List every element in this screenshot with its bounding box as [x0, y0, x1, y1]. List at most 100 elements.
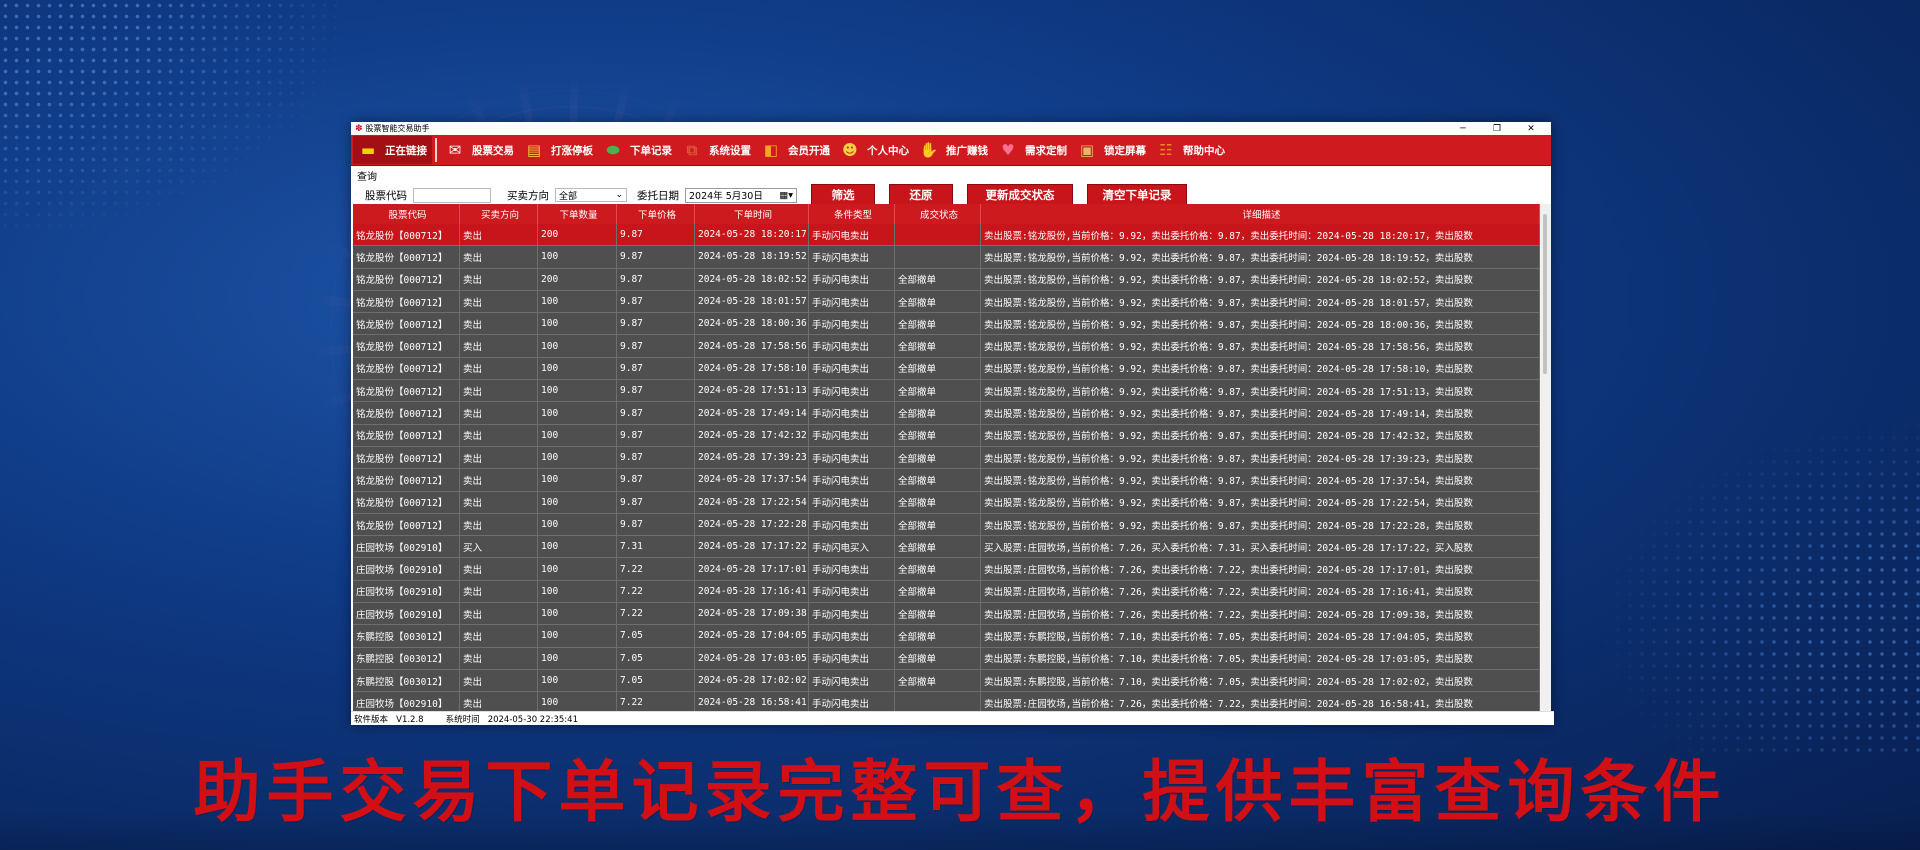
- table-cell: 卖出: [460, 424, 538, 446]
- table-cell: 卖出: [460, 491, 538, 513]
- table-cell: 手动闪电卖出: [809, 268, 895, 290]
- table-row[interactable]: 铭龙股份【000712】 卖出 100 9.87 2024-05-28 17:51:13…: [353, 380, 1540, 403]
- toolbar-button-10[interactable]: ☷ 帮助中心: [1151, 136, 1230, 164]
- table-row[interactable]: 东鹏控股【003012】 卖出 100 7.05 2024-05-28 17:04:05…: [353, 625, 1540, 648]
- table-cell: 100: [538, 357, 617, 380]
- direction-select[interactable]: 全部 ⌄: [555, 188, 627, 202]
- table-cell: 9.87: [617, 380, 695, 402]
- toolbar-button-4[interactable]: ⧉ 系统设置: [677, 136, 756, 164]
- table-cell: 9.87: [617, 469, 695, 491]
- filter-button[interactable]: 筛选: [811, 184, 875, 206]
- toolbar-button-0[interactable]: ▬ 正在链接: [353, 136, 432, 164]
- column-header[interactable]: 买卖方向: [460, 204, 538, 224]
- toolbar-button-1[interactable]: ✉ 股票交易: [440, 136, 519, 164]
- table-row[interactable]: 庄园牧场【002910】 卖出 100 7.22 2024-05-28 17:17:01…: [353, 558, 1540, 581]
- table-cell: 卖出: [460, 224, 538, 246]
- toolbar-button-2[interactable]: ▤ 打涨停板: [519, 136, 598, 164]
- table-cell: 全部撤单: [895, 290, 981, 313]
- table-cell: 卖出股票:庄园牧场,当前价格：7.26，卖出委托价格：7.22，卖出委托时间：2…: [981, 558, 1540, 580]
- scrollbar-thumb[interactable]: [1543, 214, 1547, 374]
- toolbar-button-3[interactable]: ⬬ 下单记录: [598, 136, 677, 164]
- column-header[interactable]: 下单价格: [617, 204, 695, 224]
- table-cell: 手动闪电卖出: [809, 491, 895, 513]
- table-cell: 全部撤单: [895, 536, 981, 558]
- table-row[interactable]: 铭龙股份【000712】 卖出 100 9.87 2024-05-28 18:19:52…: [353, 246, 1540, 269]
- toolbar-button-9[interactable]: ▣ 锁定屏幕: [1072, 136, 1151, 164]
- table-cell: 100: [538, 603, 617, 625]
- table-cell: 100: [538, 625, 617, 647]
- table-row[interactable]: 铭龙股份【000712】 卖出 200 9.87 2024-05-28 18:02:52…: [353, 268, 1540, 291]
- column-header[interactable]: 成交状态: [895, 204, 981, 224]
- vertical-scrollbar[interactable]: [1540, 204, 1551, 712]
- table-cell: 手动闪电卖出: [809, 446, 895, 469]
- date-picker[interactable]: 2024年 5月30日 ▦▾: [685, 187, 797, 203]
- table-cell: 手动闪电卖出: [809, 357, 895, 380]
- table-cell: 卖出股票:庄园牧场,当前价格：7.26，卖出委托价格：7.22，卖出委托时间：2…: [981, 603, 1540, 625]
- table-cell: 全部撤单: [895, 469, 981, 491]
- table-row[interactable]: 铭龙股份【000712】 卖出 200 9.87 2024-05-28 18:20:17…: [353, 224, 1540, 247]
- refresh-status-button[interactable]: 更新成交状态: [967, 184, 1073, 206]
- table-cell: 卖出: [460, 268, 538, 290]
- toolbox-icon: ⧉: [686, 141, 698, 159]
- table-cell: 卖出股票:铭龙股份,当前价格：9.92，卖出委托价格：9.87，卖出委托时间：2…: [981, 446, 1540, 469]
- column-header[interactable]: 条件类型: [809, 204, 895, 224]
- table-row[interactable]: 铭龙股份【000712】 卖出 100 9.87 2024-05-28 17:22:54…: [353, 491, 1540, 514]
- reset-button[interactable]: 还原: [889, 184, 953, 206]
- table-cell: 手动闪电卖出: [809, 692, 895, 712]
- table-cell: 卖出: [460, 625, 538, 647]
- table-row[interactable]: 庄园牧场【002910】 卖出 100 7.22 2024-05-28 17:09:38…: [353, 603, 1540, 626]
- clear-records-button[interactable]: 清空下单记录: [1087, 184, 1187, 206]
- table-cell: 卖出: [460, 357, 538, 380]
- table-cell: 手动闪电卖出: [809, 380, 895, 402]
- table-row[interactable]: 铭龙股份【000712】 卖出 100 9.87 2024-05-28 17:22:28…: [353, 513, 1540, 537]
- stock-code-input[interactable]: [413, 187, 491, 203]
- column-header[interactable]: 股票代码: [353, 204, 460, 224]
- toolbar-button-8[interactable]: ♥ 需求定制: [993, 136, 1072, 164]
- table-row[interactable]: 东鹏控股【003012】 卖出 100 7.05 2024-05-28 17:03:05…: [353, 647, 1540, 670]
- minimize-icon[interactable]: ─: [1457, 124, 1469, 134]
- table-cell: 铭龙股份【000712】: [353, 402, 460, 424]
- table-cell: 铭龙股份【000712】: [353, 491, 460, 513]
- table-cell: 100: [538, 558, 617, 580]
- system-time-label: 系统时间: [445, 714, 480, 725]
- table-cell: 100: [538, 446, 617, 469]
- table-cell: 铭龙股份【000712】: [353, 424, 460, 446]
- table-row[interactable]: 铭龙股份【000712】 卖出 100 9.87 2024-05-28 17:39:23…: [353, 446, 1540, 470]
- table-row[interactable]: 铭龙股份【000712】 卖出 100 9.87 2024-05-28 17:58:10…: [353, 357, 1540, 381]
- table-row[interactable]: 铭龙股份【000712】 卖出 100 9.87 2024-05-28 18:00:36…: [353, 313, 1540, 336]
- table-cell: 卖出股票:东鹏控股,当前价格：7.10，卖出委托价格：7.05，卖出委托时间：2…: [981, 625, 1540, 647]
- table-cell: 卖出股票:铭龙股份,当前价格：9.92，卖出委托价格：9.87，卖出委托时间：2…: [981, 469, 1540, 491]
- maximize-icon[interactable]: ❐: [1491, 124, 1503, 134]
- table-row[interactable]: 庄园牧场【002910】 卖出 100 7.22 2024-05-28 17:16:41…: [353, 580, 1540, 604]
- version-info: 软件版本 V1.2.8: [354, 713, 424, 725]
- table-cell: 庄园牧场【002910】: [353, 603, 460, 625]
- table-cell: 7.05: [617, 669, 695, 692]
- table-row[interactable]: 铭龙股份【000712】 卖出 100 9.87 2024-05-28 17:49:14…: [353, 402, 1540, 425]
- table-cell: 100: [538, 536, 617, 558]
- column-header[interactable]: 下单数量: [538, 204, 617, 224]
- stock-code-label: 股票代码: [365, 189, 407, 202]
- toolbar-button-5[interactable]: ◧ 会员开通: [756, 136, 835, 164]
- toolbar-button-6[interactable]: ☻ 个人中心: [835, 136, 914, 164]
- table-cell: 100: [538, 647, 617, 669]
- table-row[interactable]: 铭龙股份【000712】 卖出 100 9.87 2024-05-28 17:37:54…: [353, 469, 1540, 492]
- table-row[interactable]: 铭龙股份【000712】 卖出 100 9.87 2024-05-28 17:58:56…: [353, 335, 1540, 358]
- table-row[interactable]: 庄园牧场【002910】 买入 100 7.31 2024-05-28 17:17:22…: [353, 536, 1540, 559]
- table-cell: 铭龙股份【000712】: [353, 469, 460, 491]
- column-header[interactable]: 下单时间: [695, 204, 809, 224]
- toolbar-button-7[interactable]: ✋ 推广赚钱: [914, 136, 993, 164]
- table-cell: 9.87: [617, 290, 695, 313]
- table-cell: 100: [538, 246, 617, 268]
- table-cell: 铭龙股份【000712】: [353, 268, 460, 290]
- chart-board-icon: ▤: [526, 141, 542, 159]
- table-row[interactable]: 铭龙股份【000712】 卖出 100 9.87 2024-05-28 18:01:57…: [353, 290, 1540, 314]
- table-cell: 7.22: [617, 692, 695, 712]
- table-cell: 2024-05-28 17:51:13: [695, 380, 809, 402]
- table-cell: 卖出: [460, 335, 538, 357]
- table-row[interactable]: 庄园牧场【002910】 卖出 100 7.22 2024-05-28 16:58:41…: [353, 692, 1540, 712]
- close-icon[interactable]: ✕: [1525, 124, 1537, 134]
- table-row[interactable]: 东鹏控股【003012】 卖出 100 7.05 2024-05-28 17:02:02…: [353, 669, 1540, 693]
- column-header[interactable]: 详细描述: [981, 204, 1540, 224]
- table-cell: 手动闪电卖出: [809, 246, 895, 268]
- table-row[interactable]: 铭龙股份【000712】 卖出 100 9.87 2024-05-28 17:42:32…: [353, 424, 1540, 447]
